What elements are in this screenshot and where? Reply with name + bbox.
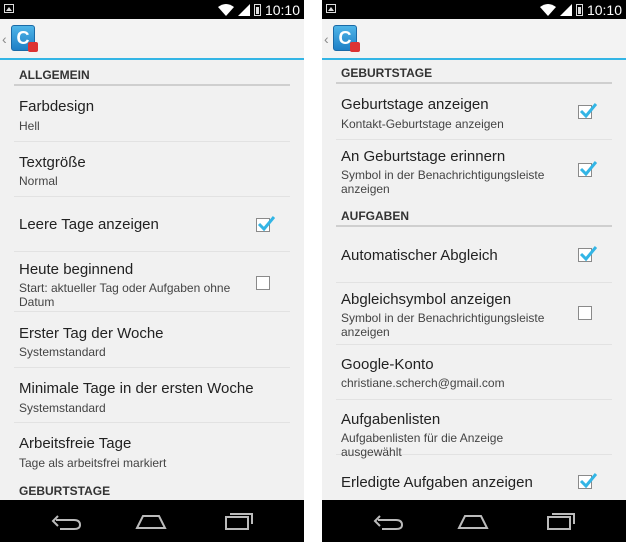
checkbox-checked[interactable] — [578, 473, 597, 489]
clock-time: 10:10 — [264, 1, 300, 18]
navigation-bar — [322, 500, 626, 542]
pref-title: Aufgabenlisten — [341, 411, 441, 428]
category-header: GEBURTSTAGE — [336, 60, 612, 84]
pref-title: Geburtstage anzeigen — [341, 96, 489, 113]
checkbox-checked[interactable] — [578, 246, 597, 262]
pref-title: Abgleichsymbol anzeigen — [341, 291, 512, 308]
checkbox-unchecked[interactable] — [578, 306, 592, 320]
pref-show-completed-tasks[interactable]: Erledigte Aufgaben anzeigen — [336, 455, 612, 505]
pref-title: Textgröße — [19, 154, 86, 171]
pref-summary: Start: aktueller Tag oder Aufgaben ohne … — [19, 281, 231, 309]
pref-show-empty-days[interactable]: Leere Tage anzeigen — [14, 197, 290, 252]
pref-title: Leere Tage anzeigen — [19, 216, 159, 233]
signal-icon — [559, 3, 572, 16]
pref-sync-icon[interactable]: Abgleichsymbol anzeigen Symbol in der Be… — [336, 283, 612, 345]
battery-icon — [575, 3, 583, 16]
pref-title: Minimale Tage in der ersten Woche — [19, 380, 254, 397]
pref-first-weekday[interactable]: Erster Tag der Woche Systemstandard — [14, 312, 290, 368]
battery-icon — [253, 3, 261, 16]
pref-show-birthdays[interactable]: Geburtstage anzeigen Kontakt-Geburtstage… — [336, 84, 612, 140]
wifi-icon — [539, 3, 556, 16]
action-bar: ‹ C — [322, 19, 626, 60]
pref-summary: Symbol in der Benachrichtigungsleiste an… — [341, 168, 545, 196]
category-header: AUFGABEN — [336, 203, 612, 227]
pref-birthday-reminder[interactable]: An Geburtstage erinnern Symbol in der Be… — [336, 140, 612, 202]
status-bar: 10:10 — [0, 0, 304, 19]
category-header: GEBURTSTAGE — [19, 484, 111, 498]
pref-start-today[interactable]: Heute beginnend Start: aktueller Tag ode… — [14, 252, 290, 312]
wifi-icon — [217, 3, 234, 16]
pref-title: Erledigte Aufgaben anzeigen — [341, 474, 533, 491]
status-bar: 10:10 — [322, 0, 626, 19]
recents-nav-icon[interactable] — [222, 512, 254, 530]
checkbox-checked[interactable] — [578, 161, 597, 177]
home-nav-icon[interactable] — [135, 512, 167, 530]
checkbox-unchecked[interactable] — [256, 276, 270, 290]
pref-title: Erster Tag der Woche — [19, 325, 164, 342]
pref-color-theme[interactable]: Farbdesign Hell — [14, 86, 290, 142]
pref-summary: Systemstandard — [19, 345, 106, 359]
pref-min-days-first-week[interactable]: Minimale Tage in der ersten Woche System… — [14, 368, 290, 423]
app-icon[interactable]: C — [333, 25, 360, 52]
pref-summary: Tage als arbeitsfrei markiert — [19, 456, 167, 470]
pref-title: Automatischer Abgleich — [341, 247, 498, 264]
pref-title: An Geburtstage erinnern — [341, 148, 506, 165]
pref-task-lists[interactable]: Aufgabenlisten Aufgabenlisten für die An… — [336, 400, 612, 459]
pref-text-size[interactable]: Textgröße Normal — [14, 142, 290, 197]
pref-google-account[interactable]: Google-Konto christiane.scherch@gmail.co… — [336, 345, 612, 400]
action-bar: ‹ C — [0, 19, 304, 60]
phone-screen-right: 10:10 ‹ C GEBURTSTAGE Geburtstage anzeig… — [322, 0, 626, 542]
pref-summary: Systemstandard — [19, 401, 106, 415]
pref-summary: Hell — [19, 119, 40, 133]
back-nav-icon[interactable] — [50, 512, 82, 530]
phone-screen-left: 10:10 ‹ C ALLGEMEIN Farbdesign Hell Text… — [0, 0, 304, 542]
home-nav-icon[interactable] — [457, 512, 489, 530]
back-nav-icon[interactable] — [372, 512, 404, 530]
checkbox-checked[interactable] — [256, 216, 275, 232]
checkbox-checked[interactable] — [578, 103, 597, 119]
pref-summary: Kontakt-Geburtstage anzeigen — [341, 117, 504, 131]
pref-summary: christiane.scherch@gmail.com — [341, 376, 505, 390]
signal-icon — [237, 3, 250, 16]
app-icon[interactable]: C — [11, 25, 38, 52]
pref-summary: Symbol in der Benachrichtigungsleiste an… — [341, 311, 545, 339]
up-caret-icon[interactable]: ‹ — [2, 31, 7, 47]
pref-title: Heute beginnend — [19, 261, 134, 278]
category-header: ALLGEMEIN — [14, 62, 290, 86]
gallery-notification-icon — [4, 4, 14, 13]
clock-time: 10:10 — [586, 1, 622, 18]
pref-free-days[interactable]: Arbeitsfreie Tage Tage als arbeitsfrei m… — [14, 423, 290, 477]
gallery-notification-icon — [326, 4, 336, 13]
recents-nav-icon[interactable] — [544, 512, 576, 530]
pref-summary: Normal — [19, 174, 58, 188]
navigation-bar — [0, 500, 304, 542]
pref-title: Farbdesign — [19, 98, 95, 115]
up-caret-icon[interactable]: ‹ — [324, 31, 329, 47]
pref-title: Google-Konto — [341, 356, 434, 373]
pref-auto-sync[interactable]: Automatischer Abgleich — [336, 227, 612, 283]
pref-title: Arbeitsfreie Tage — [19, 435, 132, 452]
